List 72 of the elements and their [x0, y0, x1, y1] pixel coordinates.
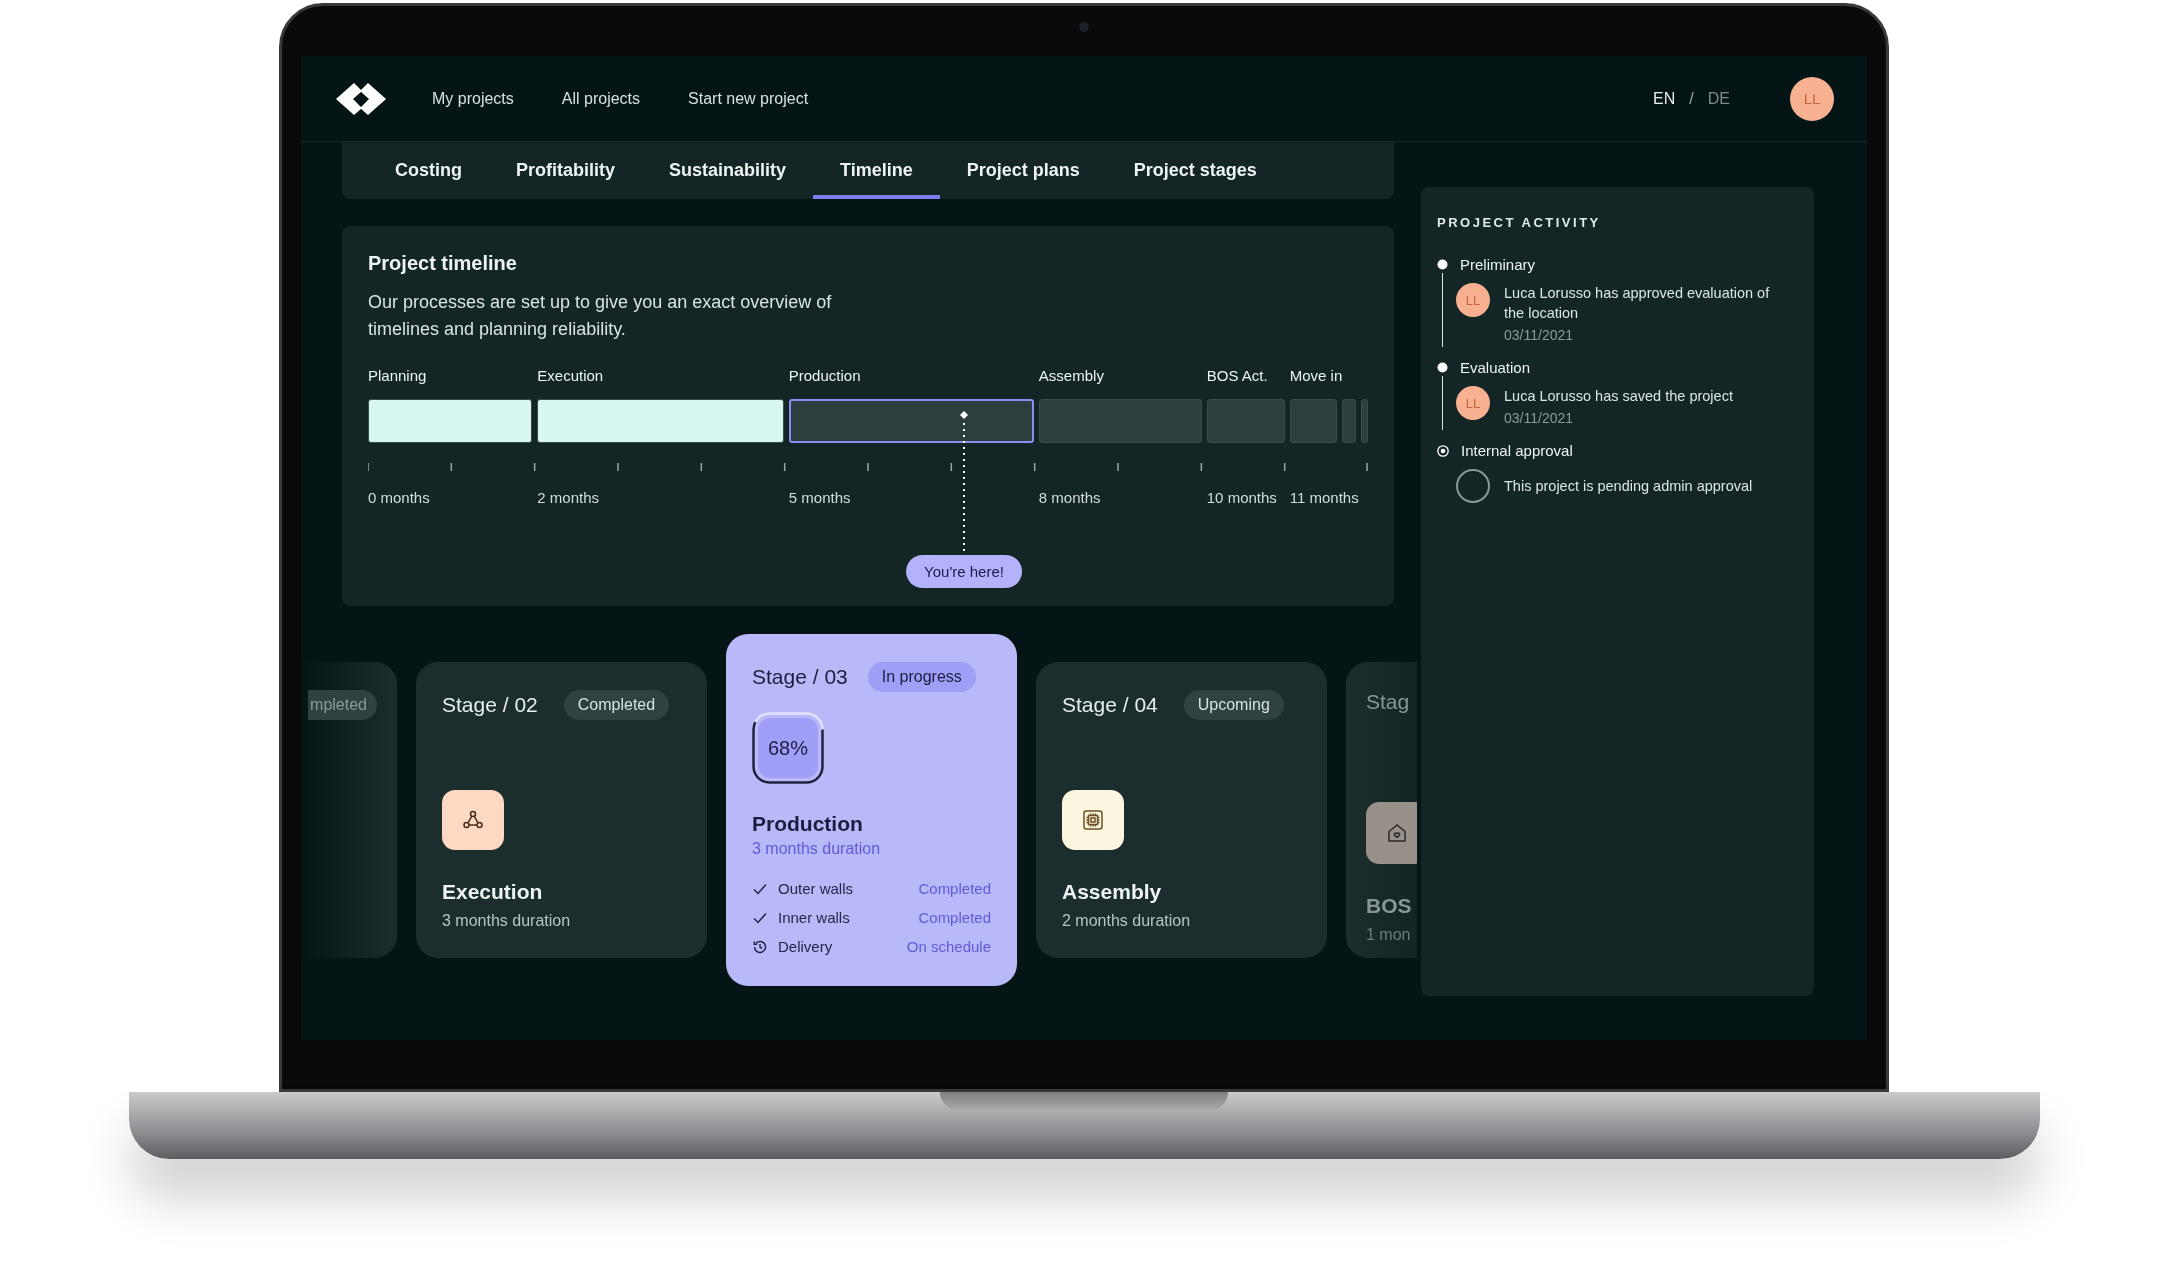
logo-icon[interactable]	[334, 80, 388, 117]
month-label: 10 months	[1206, 489, 1277, 506]
month-label: 0 months	[368, 489, 430, 506]
activity-text: This project is pending admin approval	[1504, 477, 1754, 496]
language-option[interactable]: EN	[1653, 89, 1676, 108]
language-option[interactable]: DE	[1707, 89, 1730, 108]
current-position-label: You're here!	[906, 555, 1022, 588]
stage-card[interactable]: Stag BOS 1 mon	[1346, 662, 1417, 958]
phase-label: Planning	[368, 367, 427, 384]
task-status: On schedule	[906, 938, 991, 955]
pending-circle-icon	[1456, 469, 1490, 503]
stage-title: Execution	[442, 880, 544, 904]
phase-label: Move in	[1289, 367, 1343, 384]
user-avatar: LL	[1456, 386, 1490, 420]
stage-label: Stage / 02	[442, 693, 538, 717]
panel-title: PROJECT ACTIVITY	[1437, 215, 1602, 230]
stage-card[interactable]: Stage / 04 Upcoming Assembly 2 months duration	[1036, 662, 1327, 958]
status-badge: mpleted	[308, 690, 377, 720]
task-label: Outer walls	[778, 880, 855, 897]
phase-label: Assembly	[1038, 367, 1104, 384]
tab[interactable]: Costing	[368, 142, 489, 199]
month-label: 8 months	[1038, 489, 1101, 506]
house-heart-icon	[1386, 822, 1408, 844]
stage-card[interactable]: Stage / 03 In progress 68% Production 3 months duration Outer walls Completed Inner walls Completed Delivery On schedule	[726, 634, 1017, 986]
card-title: Project timeline	[368, 252, 518, 275]
activity-text: Luca Lorusso has approved evaluation of the location	[1504, 284, 1771, 323]
stage-duration: 1 mon	[1366, 926, 1412, 944]
progress-value: 68%	[758, 718, 818, 778]
status-badge: Upcoming	[1183, 690, 1284, 720]
phase-label: Execution	[537, 367, 604, 384]
phase-label: BOS Act.	[1206, 367, 1268, 384]
month-label: 5 months	[788, 489, 851, 506]
stage-title: Assembly	[1062, 880, 1163, 904]
stage-label: Stag	[1366, 690, 1411, 714]
tab[interactable]: Profitability	[489, 142, 642, 199]
history-clock-icon	[752, 938, 768, 955]
task-status: Completed	[918, 909, 991, 926]
stage-duration: 3 months duration	[752, 840, 882, 858]
task-label: Delivery	[778, 938, 834, 955]
card-description: Our processes are set up to give you an exact overview of timelines and planning reliability.	[368, 291, 833, 341]
tab[interactable]: Project stages	[1106, 142, 1284, 199]
stage-label: Stage / 04	[1062, 693, 1158, 717]
activity-text: Luca Lorusso has saved the project	[1504, 387, 1734, 406]
step-title: Preliminary	[1460, 256, 1535, 273]
step-title: Internal approval	[1461, 442, 1573, 459]
tab[interactable]: Sustainability	[642, 142, 814, 199]
camera-icon	[1079, 22, 1089, 32]
stage-duration: 3 months duration	[442, 912, 572, 930]
nav-link[interactable]: My projects	[432, 89, 514, 108]
language-separator: /	[1689, 89, 1694, 108]
month-label: 11 months	[1289, 489, 1359, 506]
stage-duration: 2 months duration	[1062, 912, 1192, 930]
month-label: 2 months	[537, 489, 599, 506]
task-label: Inner walls	[778, 909, 851, 926]
nav-link[interactable]: Start new project	[688, 89, 809, 108]
nodes-icon	[462, 809, 484, 831]
stage-card[interactable]: Stage / 02 Completed Execution 3 months duration	[416, 662, 707, 958]
status-badge: Completed	[563, 690, 670, 720]
activity-date: 03/11/2021	[1504, 410, 1575, 426]
task-status: Completed	[918, 880, 991, 897]
stage-label: Stage / 03	[752, 665, 848, 689]
chip-icon	[1081, 808, 1105, 832]
status-badge: In progress	[867, 662, 976, 692]
activity-date: 03/11/2021	[1504, 327, 1575, 343]
phase-label: Production	[788, 367, 861, 384]
tab[interactable]: Project plans	[939, 142, 1107, 199]
stage-title: BOS	[1366, 894, 1413, 918]
tab[interactable]: Timeline	[813, 142, 940, 199]
nav-link[interactable]: All projects	[561, 89, 641, 108]
step-title: Evaluation	[1460, 359, 1531, 376]
user-avatar: LL	[1456, 283, 1490, 317]
stage-title: Production	[752, 812, 864, 836]
